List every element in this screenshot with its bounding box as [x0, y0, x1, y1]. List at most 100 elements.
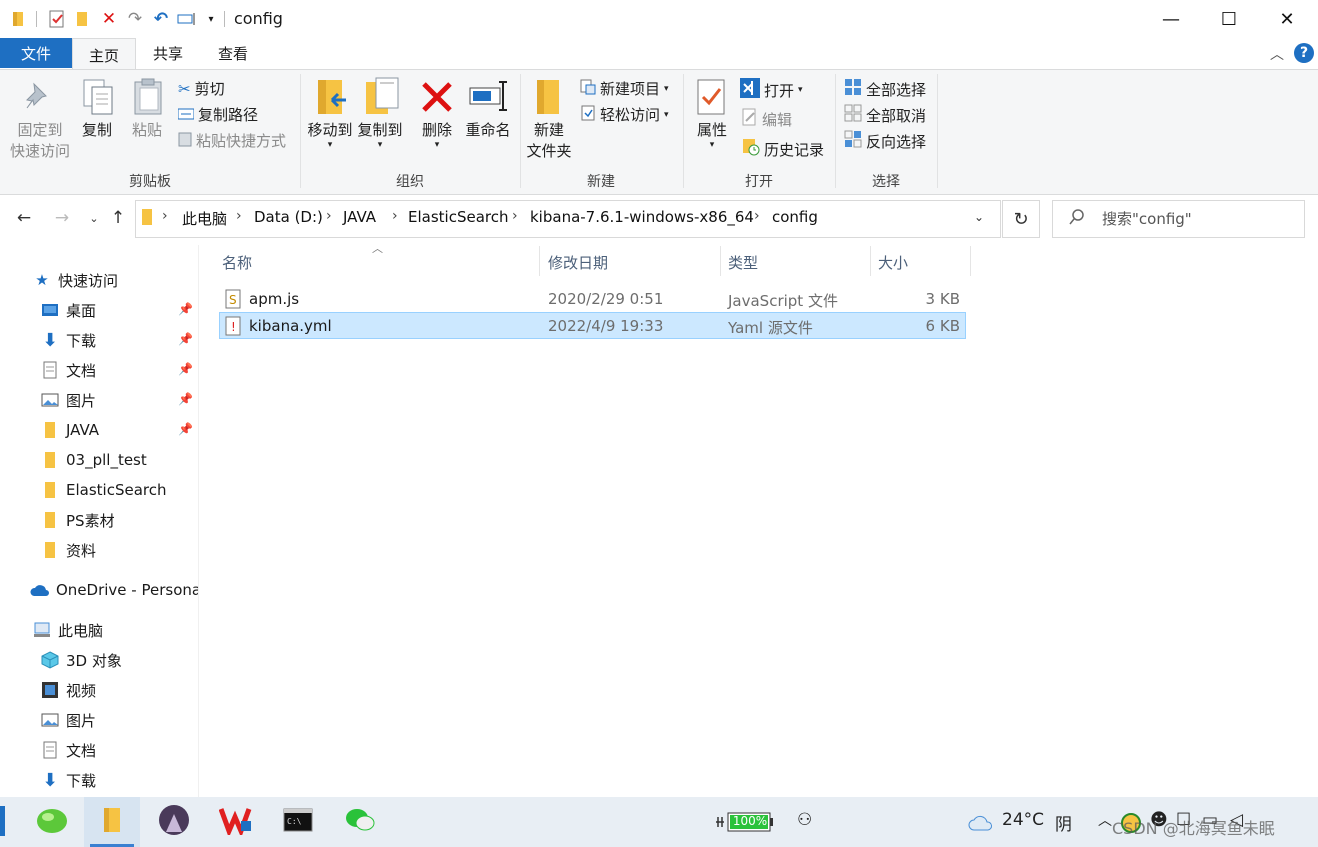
- tab-view[interactable]: 查看: [204, 38, 262, 68]
- up-button[interactable]: ↑: [106, 206, 130, 230]
- taskbar-app-wps[interactable]: [208, 797, 264, 847]
- copy-to-button[interactable]: 复制到 ▾: [355, 120, 405, 150]
- nav-item-3d-objects[interactable]: 3D 对象: [0, 645, 198, 675]
- nav-item-desktop[interactable]: 桌面 📌: [0, 295, 198, 325]
- copy-path-label: 复制路径: [198, 106, 259, 124]
- crumb-java[interactable]: JAVA: [343, 208, 376, 226]
- nav-onedrive[interactable]: OneDrive - Persona: [0, 575, 198, 605]
- nav-quick-access[interactable]: ★ 快速访问: [0, 265, 198, 295]
- download-icon: ⬇: [42, 329, 58, 351]
- taskbar-file-explorer[interactable]: [84, 797, 140, 847]
- maximize-button[interactable]: ☐: [1200, 0, 1258, 38]
- column-separator: [970, 246, 971, 276]
- open-button[interactable]: 打开 ▾: [740, 78, 803, 102]
- edit-button[interactable]: 编辑: [742, 108, 792, 130]
- column-type[interactable]: 类型: [728, 250, 758, 274]
- help-icon[interactable]: ?: [1294, 43, 1314, 63]
- refresh-button[interactable]: ↻: [1002, 200, 1040, 238]
- column-name[interactable]: 名称: [222, 250, 252, 274]
- pin-icon[interactable]: 📌: [178, 302, 193, 316]
- delete-qa-icon[interactable]: ✕: [98, 8, 120, 30]
- new-item-button[interactable]: 新建项目 ▾: [580, 78, 669, 99]
- collapse-ribbon-icon[interactable]: ︿: [1270, 44, 1284, 64]
- column-size[interactable]: 大小: [878, 250, 908, 274]
- nav-item-pictures[interactable]: 图片 📌: [0, 385, 198, 415]
- easy-access-button[interactable]: 轻松访问 ▾: [580, 104, 669, 125]
- nav-item-pc-downloads[interactable]: ⬇ 下载: [0, 765, 198, 795]
- history-button[interactable]: 历史记录: [742, 138, 824, 160]
- pin-icon[interactable]: 📌: [178, 392, 193, 406]
- weather-condition[interactable]: 阴: [1055, 810, 1072, 835]
- move-to-button[interactable]: 移动到 ▾: [305, 120, 355, 150]
- crumb-kibana[interactable]: kibana-7.6.1-windows-x86_64: [530, 208, 754, 226]
- nav-item-pc-pictures[interactable]: 图片: [0, 705, 198, 735]
- nav-item-pc-documents[interactable]: 文档: [0, 735, 198, 765]
- taskbar-app-green[interactable]: [24, 797, 80, 847]
- column-date[interactable]: 修改日期: [548, 250, 608, 274]
- crumb-elasticsearch[interactable]: ElasticSearch: [408, 208, 508, 226]
- people-icon[interactable]: ⚇: [797, 810, 812, 830]
- paste-shortcut-button[interactable]: 粘贴快捷方式: [178, 130, 286, 151]
- invert-selection-button[interactable]: 反向选择: [844, 130, 926, 152]
- copy-to-label: 复制到: [357, 121, 403, 139]
- select-all-icon: [844, 78, 862, 100]
- new-folder-button[interactable]: 新建 文件夹: [524, 120, 574, 162]
- redo-qa-icon[interactable]: ↷: [124, 8, 146, 30]
- file-row[interactable]: S apm.js 2020/2/29 0:51 JavaScript 文件 3 …: [219, 286, 966, 313]
- forward-button[interactable]: →: [50, 206, 74, 230]
- weather-temperature[interactable]: 24°C: [1002, 810, 1044, 830]
- nav-this-pc[interactable]: 此电脑: [0, 615, 198, 645]
- recent-locations-button[interactable]: ⌄: [82, 206, 106, 230]
- properties-button[interactable]: 属性 ▾: [690, 120, 734, 150]
- crumb-separator: ›: [326, 208, 332, 224]
- taskbar-app-wechat[interactable]: [332, 797, 388, 847]
- select-none-icon: [844, 104, 862, 126]
- rename-qa-icon[interactable]: [176, 8, 198, 30]
- minimize-button[interactable]: —: [1142, 0, 1200, 38]
- nav-item-materials[interactable]: 资料: [0, 535, 198, 565]
- taskbar-app-avatar[interactable]: [146, 797, 202, 847]
- qa-customize-icon[interactable]: ▾: [200, 8, 222, 30]
- show-hidden-icons-icon[interactable]: ︿: [1098, 810, 1112, 830]
- folder-icon: [8, 8, 30, 30]
- close-button[interactable]: ✕: [1258, 0, 1316, 38]
- nav-item-downloads[interactable]: ⬇ 下载 📌: [0, 325, 198, 355]
- delete-icon: [420, 80, 454, 118]
- nav-item-03-pll-test[interactable]: 03_pll_test: [0, 445, 198, 475]
- nav-item-videos[interactable]: 视频: [0, 675, 198, 705]
- taskbar-app-terminal[interactable]: C:\: [270, 797, 326, 847]
- crumb-config[interactable]: config: [772, 208, 818, 226]
- paste-button[interactable]: 粘贴: [124, 120, 170, 141]
- undo-qa-icon[interactable]: ↶: [150, 8, 172, 30]
- properties-qa-icon[interactable]: [46, 8, 68, 30]
- document-icon: [40, 360, 60, 380]
- cut-button[interactable]: ✂ 剪切: [178, 78, 225, 99]
- copy-button[interactable]: 复制: [74, 120, 120, 141]
- select-all-button[interactable]: 全部选择: [844, 78, 926, 100]
- select-none-button[interactable]: 全部取消: [844, 104, 926, 126]
- svg-text:!: !: [231, 320, 236, 334]
- tab-file[interactable]: 文件: [0, 38, 72, 68]
- address-dropdown-icon[interactable]: ⌄: [974, 210, 984, 224]
- nav-item-elasticsearch[interactable]: ElasticSearch: [0, 475, 198, 505]
- delete-button[interactable]: 删除 ▾: [414, 120, 460, 150]
- pin-icon[interactable]: 📌: [178, 332, 193, 346]
- crumb-this-pc[interactable]: 此电脑: [182, 208, 227, 229]
- nav-item-ps-materials[interactable]: PS素材: [0, 505, 198, 535]
- crumb-drive-d[interactable]: Data (D:): [254, 208, 323, 226]
- nav-item-documents[interactable]: 文档 📌: [0, 355, 198, 385]
- tab-share[interactable]: 共享: [140, 38, 196, 68]
- file-row[interactable]: ! kibana.yml 2022/4/9 19:33 Yaml 源文件 6 K…: [219, 312, 966, 339]
- nav-item-java[interactable]: JAVA 📌: [0, 415, 198, 445]
- pin-icon[interactable]: 📌: [178, 362, 193, 376]
- rename-button[interactable]: 重命名: [462, 120, 514, 141]
- nav-item-label: ElasticSearch: [66, 481, 167, 499]
- back-button[interactable]: ←: [12, 206, 36, 230]
- copy-path-button[interactable]: 复制路径: [177, 104, 259, 125]
- properties-label: 属性: [696, 121, 727, 139]
- new-folder-qa-icon[interactable]: [72, 8, 94, 30]
- file-date: 2020/2/29 0:51: [548, 290, 664, 308]
- tab-home[interactable]: 主页: [72, 38, 136, 71]
- pin-to-quick-access-button[interactable]: 固定到 快速访问: [8, 120, 72, 162]
- pin-icon[interactable]: 📌: [178, 422, 193, 436]
